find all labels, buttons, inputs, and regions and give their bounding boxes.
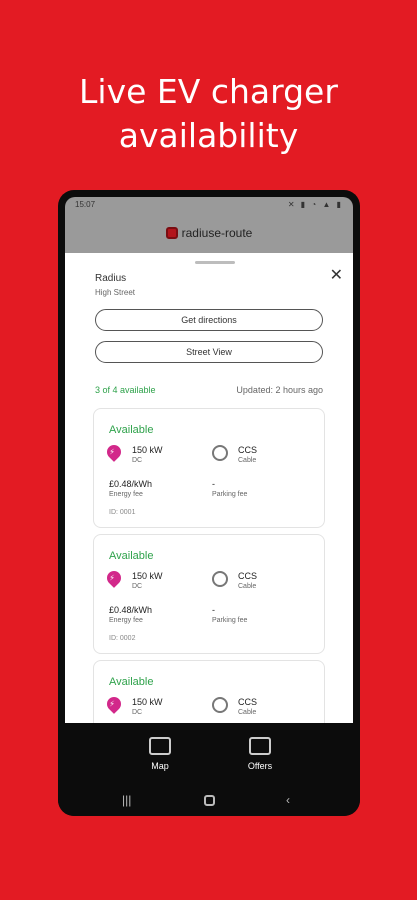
availability-count: 3 of 4 available xyxy=(95,385,156,395)
charger-current: DC xyxy=(132,583,143,590)
street-view-button[interactable]: Street View xyxy=(95,341,323,363)
app-name: radiuse-route xyxy=(181,226,253,240)
nav-map-label: Map xyxy=(151,761,169,771)
headline-line-2: availability xyxy=(118,116,299,155)
ccs-plug-icon xyxy=(212,445,228,461)
connector-type: Cable xyxy=(238,457,257,464)
status-bar: 15:07 ✕ ▮ ◔ ▲ ▮ xyxy=(65,197,353,213)
parking-fee: - xyxy=(212,605,215,615)
charger-id: ID: 0001 xyxy=(109,509,136,516)
sheet-drag-handle[interactable] xyxy=(195,261,235,264)
energy-fee-label: Energy fee xyxy=(109,617,143,624)
get-directions-button[interactable]: Get directions xyxy=(95,309,323,331)
parking-fee-label: Parking fee xyxy=(212,617,248,624)
charger-power: 150 kW xyxy=(132,571,163,581)
connector-name: CCS xyxy=(238,445,258,455)
charger-status: Available xyxy=(109,550,154,562)
charger-id: ID: 0002 xyxy=(109,635,136,642)
close-icon[interactable]: ✕ xyxy=(330,265,343,285)
charger-status: Available xyxy=(109,424,154,436)
nav-offers[interactable]: Offers xyxy=(230,737,290,771)
ccs-plug-icon xyxy=(212,571,228,587)
ccs-plug-icon xyxy=(212,697,228,713)
offers-icon xyxy=(249,737,271,755)
energy-fee: £0.48/kWh xyxy=(109,479,153,489)
energy-fee-label: Energy fee xyxy=(109,491,143,498)
street-name: High Street xyxy=(95,288,136,297)
home-icon[interactable] xyxy=(204,795,215,806)
charger-sheet: ✕ Radius High Street Get directions Stre… xyxy=(65,253,353,723)
place-name: Radius xyxy=(95,273,127,284)
map-icon xyxy=(149,737,171,755)
status-icons: ✕ ▮ ◔ ▲ ▮ xyxy=(287,200,343,209)
charger-current: DC xyxy=(132,709,143,716)
back-icon[interactable]: ‹ xyxy=(286,793,290,807)
headline-line-1: Live EV charger xyxy=(79,72,338,111)
updated-time: Updated: 2 hours ago xyxy=(236,385,323,395)
charger-power: 150 kW xyxy=(132,697,163,707)
logo-icon xyxy=(165,227,178,239)
charger-status: Available xyxy=(109,676,154,688)
charger-power: 150 kW xyxy=(132,445,163,455)
connector-name: CCS xyxy=(238,697,258,707)
connector-type: Cable xyxy=(238,583,257,590)
connector-type: Cable xyxy=(238,709,257,716)
charger-card[interactable]: Available ⚡ 150 kW DC CCS Cable xyxy=(93,660,325,723)
parking-fee: - xyxy=(212,479,215,489)
charger-card[interactable]: Available ⚡ 150 kW DC CCS Cable £0.48/kW… xyxy=(93,534,325,654)
app-bar: radiuse-route xyxy=(65,213,353,253)
recents-icon[interactable]: ||| xyxy=(122,793,131,807)
parking-fee-label: Parking fee xyxy=(212,491,248,498)
energy-fee: £0.48/kWh xyxy=(109,605,153,615)
charger-pin-icon: ⚡ xyxy=(104,568,124,588)
charger-pin-icon: ⚡ xyxy=(104,442,124,462)
status-time: 15:07 xyxy=(75,200,96,209)
system-navigation: ||| ‹ xyxy=(58,785,360,816)
connector-name: CCS xyxy=(238,571,258,581)
charger-pin-icon: ⚡ xyxy=(104,694,124,714)
bottom-navigation: Map Offers xyxy=(58,725,360,785)
phone-frame: 15:07 ✕ ▮ ◔ ▲ ▮ radiuse-route ✕ Radius H… xyxy=(58,190,360,816)
charger-card[interactable]: Available ⚡ 150 kW DC CCS Cable £0.48/kW… xyxy=(93,408,325,528)
nav-map[interactable]: Map xyxy=(130,737,190,771)
nav-offers-label: Offers xyxy=(247,761,273,771)
charger-current: DC xyxy=(132,457,143,464)
headline: Live EV charger availability xyxy=(0,70,417,158)
